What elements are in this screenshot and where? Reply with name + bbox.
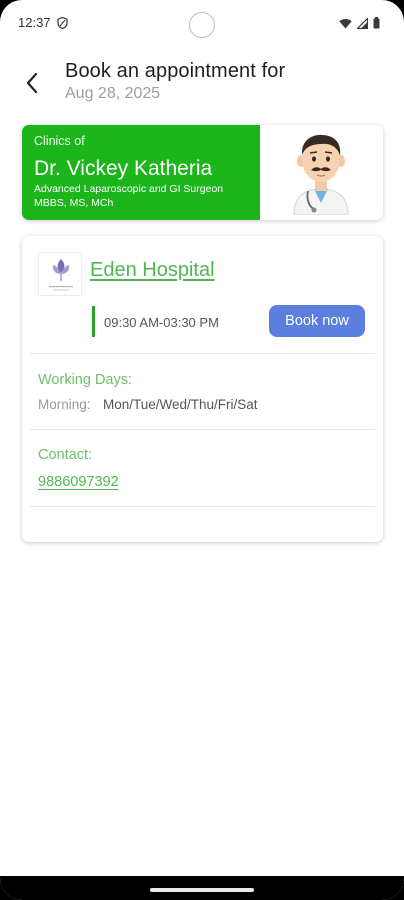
working-days-label: Working Days: [38,372,133,388]
appointment-date: Aug 28, 2025 [65,85,161,102]
wifi-icon [339,16,352,34]
back-arrow-icon [26,72,38,94]
doctor-card: Clinics of Dr. Vickey Katheria Advanced … [22,125,383,220]
clinic-timing: 09:30 AM-03:30 PM [104,315,219,330]
camera-cutout [189,12,215,38]
doctor-avatar [286,131,356,216]
back-button[interactable] [18,69,46,97]
shield-icon [57,16,68,34]
divider [30,429,375,430]
doctor-name: Dr. Vickey Katheria [34,157,213,180]
doctor-degrees: MBBS, MS, MCh [34,197,114,209]
status-time: 12:37 [18,15,51,30]
home-indicator[interactable] [150,888,254,892]
contact-phone-link[interactable]: 9886097392 [38,474,119,490]
contact-label: Contact: [38,447,92,463]
page-title: Book an appointment for [65,60,286,82]
book-now-button[interactable]: Book now [269,305,365,337]
status-bar: 12:37 [0,0,404,44]
battery-icon [373,16,380,34]
app-screen: 12:37 Book an appointment for Aug 28, 20… [0,0,404,900]
divider [30,506,375,507]
signal-icon [356,16,369,34]
status-icons [339,16,380,34]
morning-label: Morning: [38,397,91,412]
timing-indicator [92,306,95,337]
clinics-of-label: Clinics of [34,134,85,148]
doctor-info-panel: Clinics of Dr. Vickey Katheria Advanced … [22,125,260,220]
clinic-logo [38,252,82,296]
clinic-name-link[interactable]: Eden Hospital [90,259,215,282]
divider [30,353,375,354]
clinic-card: Eden Hospital 09:30 AM-03:30 PM Book now… [22,236,383,542]
doctor-specialty: Advanced Laparoscopic and GI Surgeon [34,183,224,195]
morning-days: Mon/Tue/Wed/Thu/Fri/Sat [103,397,258,412]
